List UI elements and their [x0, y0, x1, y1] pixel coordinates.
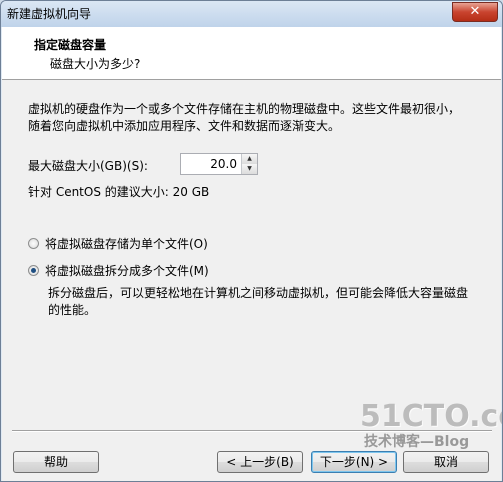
split-note: 拆分磁盘后，可以更轻松地在计算机之间移动虚拟机，但可能会降低大容量磁盘的性能。	[48, 286, 469, 317]
max-disk-size-value[interactable]: 20.0	[210, 157, 237, 171]
next-button[interactable]: 下一步(N) >	[311, 451, 397, 473]
radio-split-files-indicator[interactable]	[28, 265, 39, 276]
radio-single-file-indicator[interactable]	[28, 238, 39, 249]
footer-divider	[12, 430, 492, 432]
cancel-button[interactable]: 取消	[403, 451, 489, 473]
wizard-header: 指定磁盘容量 磁盘大小为多少?	[2, 27, 501, 80]
help-button[interactable]: 帮助	[13, 451, 99, 473]
radio-split-files-label[interactable]: 将虚拟磁盘拆分成多个文件(M)	[45, 262, 209, 279]
title-bar[interactable]: 新建虚拟机向导 ✕	[1, 1, 502, 27]
radio-single-file-label[interactable]: 将虚拟磁盘存储为单个文件(O)	[45, 235, 208, 252]
back-button[interactable]: < 上一步(B)	[217, 451, 303, 473]
recommended-size-text: 针对 CentOS 的建议大小: 20 GB	[28, 185, 210, 199]
page-title: 指定磁盘容量	[34, 38, 107, 52]
radio-split-files[interactable]: 将虚拟磁盘拆分成多个文件(M)	[28, 262, 209, 279]
radio-single-file[interactable]: 将虚拟磁盘存储为单个文件(O)	[28, 235, 208, 252]
wizard-window: 新建虚拟机向导 ✕ 指定磁盘容量 磁盘大小为多少? 虚拟机的硬盘作为一个或多个文…	[0, 0, 503, 482]
wizard-content: 指定磁盘容量 磁盘大小为多少? 虚拟机的硬盘作为一个或多个文件存储在主机的物理磁…	[2, 27, 502, 481]
close-button[interactable]: ✕	[452, 2, 498, 22]
disk-description: 虚拟机的硬盘作为一个或多个文件存储在主机的物理磁盘中。这些文件最初很小，随着您向…	[28, 102, 461, 133]
max-disk-size-label: 最大磁盘大小(GB)(S):	[28, 159, 148, 173]
stepper-down-icon[interactable]: ▼	[242, 164, 257, 174]
watermark-tagline: 技术博客—Blog	[364, 434, 470, 450]
stepper-arrows: ▲ ▼	[241, 154, 257, 174]
watermark: 51CTO.com 技术博客—Blog	[358, 395, 502, 455]
window-title: 新建虚拟机向导	[7, 7, 92, 21]
watermark-site: 51CTO.com	[360, 399, 502, 434]
max-disk-size-stepper[interactable]: 20.0 ▲ ▼	[180, 153, 258, 175]
page-subtitle: 磁盘大小为多少?	[50, 57, 141, 71]
